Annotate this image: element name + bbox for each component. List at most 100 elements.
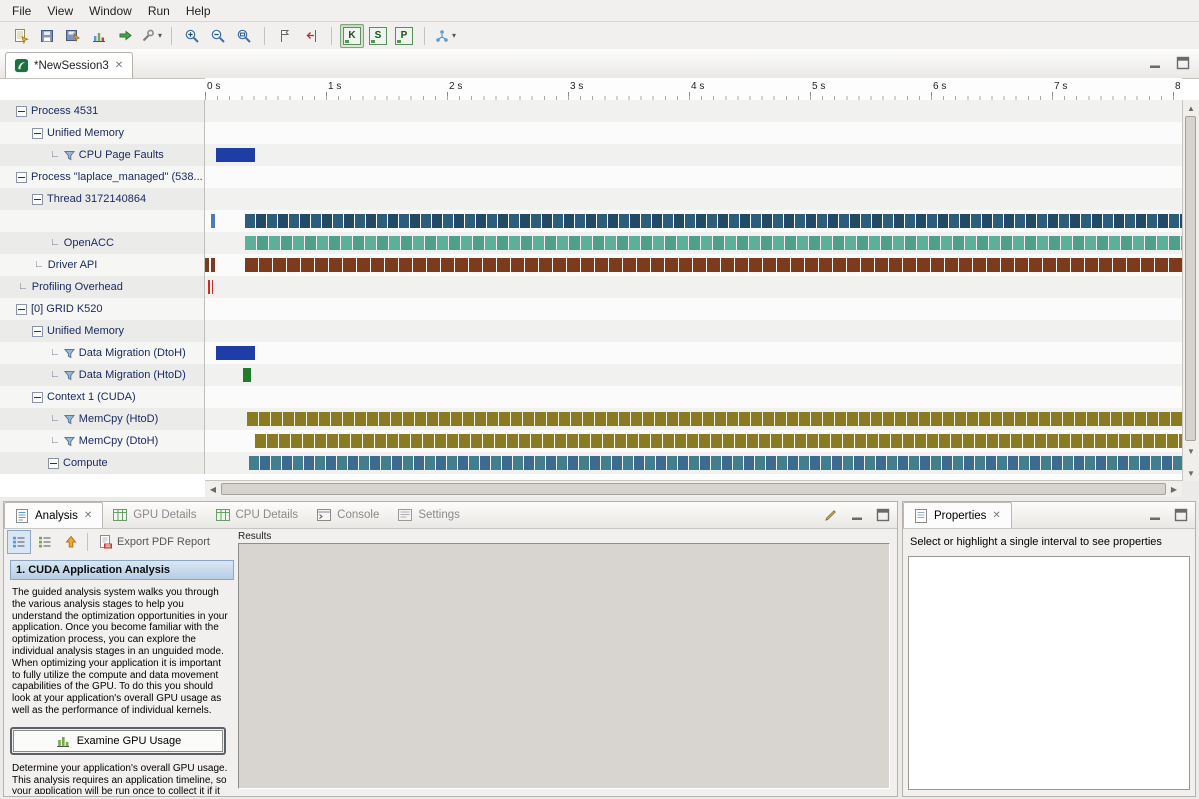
filter-funnel-icon[interactable] xyxy=(64,436,75,447)
maximize-icon[interactable] xyxy=(875,507,891,523)
zoom-in-button[interactable] xyxy=(180,24,204,48)
interval-bar[interactable] xyxy=(245,214,1182,228)
interval-bar[interactable] xyxy=(243,368,251,382)
track-openacc[interactable] xyxy=(205,232,1182,254)
track-data-migration-htod[interactable] xyxy=(205,364,1182,386)
interval-bar[interactable] xyxy=(212,280,214,294)
prev-marker-button[interactable] xyxy=(299,24,323,48)
track-unified-memory-gpu[interactable] xyxy=(205,320,1182,342)
collapse-all-icon[interactable] xyxy=(59,530,83,554)
tab-properties[interactable]: Properties ✕ xyxy=(903,502,1012,528)
track-cpu-page-faults[interactable] xyxy=(205,144,1182,166)
menu-help[interactable]: Help xyxy=(178,2,219,20)
tree-item-memcpy-htod[interactable]: ∟MemCpy (HtoD) xyxy=(0,408,205,430)
unguided-analysis-icon[interactable] xyxy=(33,530,57,554)
tab-analysis[interactable]: Analysis✕ xyxy=(4,502,103,528)
interval-bar[interactable] xyxy=(208,280,210,294)
interval-bar[interactable] xyxy=(245,258,1182,272)
track-compute[interactable] xyxy=(205,452,1182,474)
collapse-toggle-icon[interactable] xyxy=(16,172,27,183)
tab-console[interactable]: Console xyxy=(307,503,388,528)
view-menu-icon[interactable] xyxy=(823,507,839,523)
menu-file[interactable]: File xyxy=(4,2,39,20)
collapse-toggle-icon[interactable] xyxy=(48,458,59,469)
track-data-migration-dtoh[interactable] xyxy=(205,342,1182,364)
configure-session-button[interactable]: ▾ xyxy=(139,24,163,48)
collapse-toggle-icon[interactable] xyxy=(16,106,27,117)
track-memcpy-dtoh[interactable] xyxy=(205,430,1182,452)
track-process-laplace-managed[interactable] xyxy=(205,166,1182,188)
tree-item-grid-k520[interactable]: [0] GRID K520 xyxy=(0,298,205,320)
next-marker-button[interactable] xyxy=(273,24,297,48)
filter-funnel-icon[interactable] xyxy=(64,414,75,425)
close-icon[interactable]: ✕ xyxy=(114,60,124,71)
guided-analysis-icon[interactable] xyxy=(7,530,31,554)
tree-item-openacc-detail-track[interactable] xyxy=(0,210,205,232)
kernel-view-button[interactable]: K xyxy=(340,24,364,48)
export-pdf-report-button[interactable]: Export PDF Report xyxy=(91,532,216,552)
scroll-up-icon[interactable]: ▲ xyxy=(1183,100,1199,116)
tree-item-process-laplace-managed[interactable]: Process "laplace_managed" (538... xyxy=(0,166,205,188)
tree-item-data-migration-htod[interactable]: ∟Data Migration (HtoD) xyxy=(0,364,205,386)
profile-application-button[interactable] xyxy=(87,24,111,48)
horizontal-scroll-thumb[interactable] xyxy=(221,483,1166,495)
tree-item-openacc[interactable]: ∟OpenACC xyxy=(0,232,205,254)
vertical-scroll-thumb[interactable] xyxy=(1185,116,1196,441)
menu-window[interactable]: Window xyxy=(81,2,140,20)
maximize-icon[interactable] xyxy=(1175,55,1191,71)
tree-item-cpu-page-faults[interactable]: ∟CPU Page Faults xyxy=(0,144,205,166)
collapse-toggle-icon[interactable] xyxy=(32,194,43,205)
tree-item-compute[interactable]: Compute xyxy=(0,452,205,474)
track-grid-k520[interactable] xyxy=(205,298,1182,320)
collapse-toggle-icon[interactable] xyxy=(32,392,43,403)
filter-funnel-icon[interactable] xyxy=(64,150,75,161)
tab-gpu-details[interactable]: GPU Details xyxy=(103,503,205,528)
new-session-button[interactable] xyxy=(9,24,33,48)
vertical-scrollbar[interactable]: ▲ ▼ ▼ xyxy=(1182,100,1199,481)
tab-settings[interactable]: Settings xyxy=(388,503,469,528)
horizontal-scrollbar[interactable]: ◀ ▶ xyxy=(205,480,1182,497)
tree-item-unified-memory-host[interactable]: Unified Memory xyxy=(0,122,205,144)
interval-bar[interactable] xyxy=(216,346,255,360)
tree-item-data-migration-dtoh[interactable]: ∟Data Migration (DtoH) xyxy=(0,342,205,364)
examine-gpu-usage-button[interactable]: Examine GPU Usage xyxy=(13,730,223,752)
close-icon[interactable]: ✕ xyxy=(83,510,93,521)
track-unified-memory-host[interactable] xyxy=(205,122,1182,144)
maximize-icon[interactable] xyxy=(1173,507,1189,523)
zoom-out-button[interactable] xyxy=(206,24,230,48)
session-tab[interactable]: *NewSession3 ✕ xyxy=(5,52,133,78)
save-session-button[interactable] xyxy=(35,24,59,48)
minimize-icon[interactable] xyxy=(849,507,865,523)
interval-bar[interactable] xyxy=(247,412,1182,426)
tree-item-driver-api[interactable]: ∟Driver API xyxy=(0,254,205,276)
filter-funnel-icon[interactable] xyxy=(64,348,75,359)
menu-run[interactable]: Run xyxy=(140,2,178,20)
interval-bar[interactable] xyxy=(255,434,1182,448)
scroll-down-icon[interactable]: ▼ xyxy=(1183,443,1199,459)
export-timeline-button[interactable] xyxy=(113,24,137,48)
track-thread-3172140864[interactable] xyxy=(205,188,1182,210)
menu-view[interactable]: View xyxy=(39,2,81,20)
collapse-toggle-icon[interactable] xyxy=(32,326,43,337)
collapse-toggle-icon[interactable] xyxy=(16,304,27,315)
run-analysis-button[interactable]: ▾ xyxy=(433,24,457,48)
interval-bar[interactable] xyxy=(211,214,215,228)
minimize-icon[interactable] xyxy=(1147,55,1163,71)
tree-item-thread-3172140864[interactable]: Thread 3172140864 xyxy=(0,188,205,210)
zoom-fit-button[interactable] xyxy=(232,24,256,48)
track-openacc-detail-track[interactable] xyxy=(205,210,1182,232)
tree-item-process-4531[interactable]: Process 4531 xyxy=(0,100,205,122)
tree-item-context-1-cuda[interactable]: Context 1 (CUDA) xyxy=(0,386,205,408)
minimize-icon[interactable] xyxy=(1147,507,1163,523)
close-icon[interactable]: ✕ xyxy=(991,510,1001,521)
stream-view-button[interactable]: S xyxy=(366,24,390,48)
save-session-as-button[interactable] xyxy=(61,24,85,48)
interval-bar[interactable] xyxy=(245,236,1182,250)
tree-item-profiling-overhead[interactable]: ∟Profiling Overhead xyxy=(0,276,205,298)
tree-item-memcpy-dtoh[interactable]: ∟MemCpy (DtoH) xyxy=(0,430,205,452)
track-driver-api[interactable] xyxy=(205,254,1182,276)
interval-bar[interactable] xyxy=(216,148,255,162)
scroll-left-icon[interactable]: ◀ xyxy=(205,481,221,497)
interval-bar[interactable] xyxy=(249,456,1182,470)
tab-cpu-details[interactable]: CPU Details xyxy=(206,503,308,528)
